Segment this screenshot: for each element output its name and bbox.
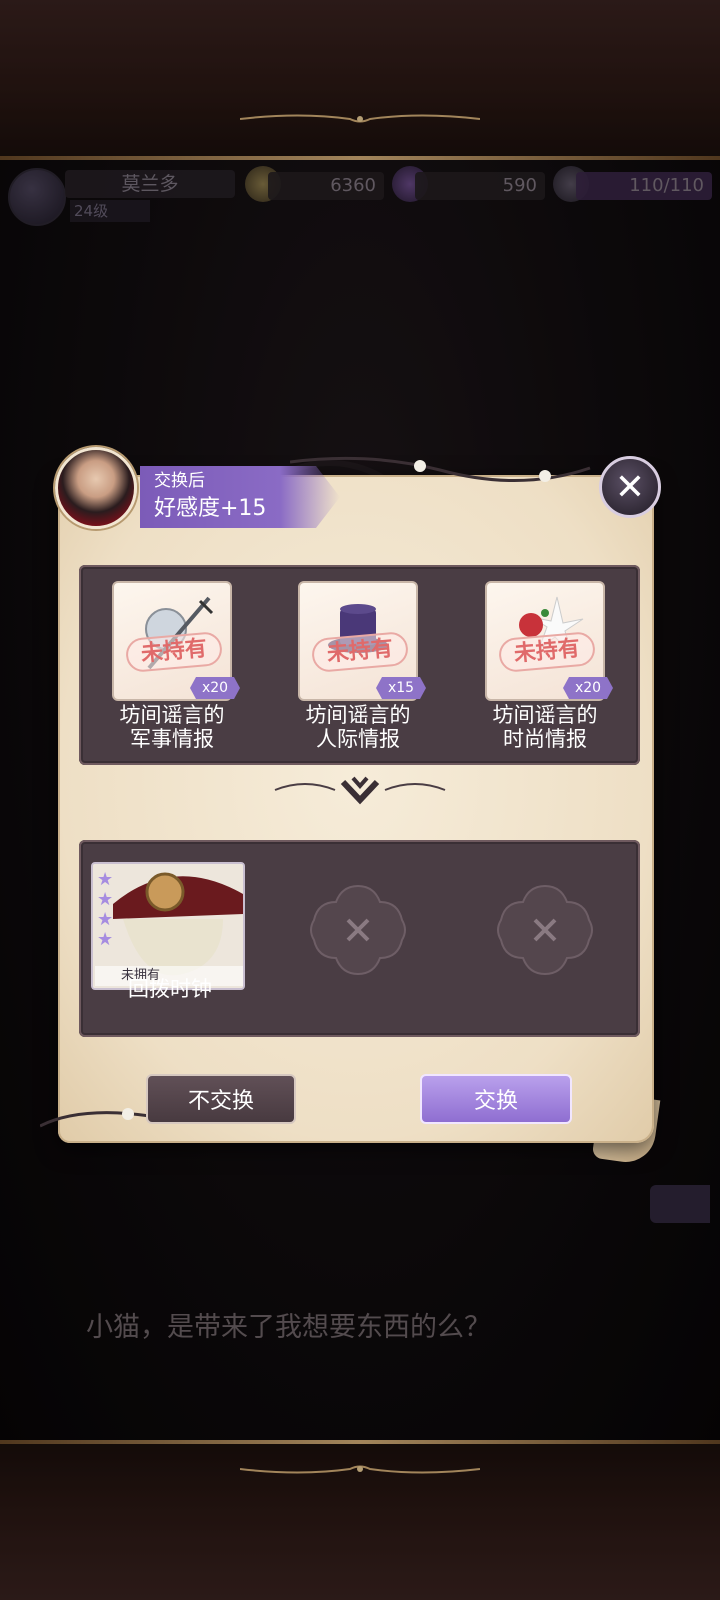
confirm-exchange-button[interactable]: 交换 xyxy=(420,1074,572,1124)
affinity-label: 交换后 xyxy=(154,471,205,491)
item-name-fashion-intel: 坊间谣言的 时尚情报 xyxy=(465,703,625,751)
item-quantity: x15 xyxy=(376,677,426,699)
character-portrait xyxy=(55,447,137,529)
item-name-line1: 坊间谣言的 xyxy=(119,703,225,727)
chevron-down-divider-icon xyxy=(274,776,446,805)
item-quantity: x20 xyxy=(190,677,240,699)
item-card-military-intel[interactable]: 未持有 x20 xyxy=(112,581,240,701)
item-name-line1: 坊间谣言的 xyxy=(492,703,598,727)
item-name-social-intel: 坊间谣言的 人际情报 xyxy=(278,703,438,751)
item-name-line2: 军事情报 xyxy=(130,727,214,751)
empty-slot-icon xyxy=(497,884,593,976)
item-card-social-intel[interactable]: 未持有 x15 xyxy=(298,581,426,701)
reward-card-clock[interactable]: ★ ★ ★ ★ 未拥有 xyxy=(91,862,245,990)
cancel-exchange-button[interactable]: 不交换 xyxy=(146,1074,296,1124)
affinity-value: 好感度+15 xyxy=(154,496,267,521)
item-name-line1: 坊间谣言的 xyxy=(305,703,411,727)
item-card-fashion-intel[interactable]: 未持有 x20 xyxy=(485,581,613,701)
empty-slot-icon xyxy=(310,884,406,976)
item-name-military-intel: 坊间谣言的 军事情报 xyxy=(92,703,252,751)
reward-name: 回拨时钟 xyxy=(128,977,212,1001)
reward-stars-icon: ★ ★ ★ ★ xyxy=(97,869,114,950)
item-name-line2: 人际情报 xyxy=(316,727,400,751)
item-name-line2: 时尚情报 xyxy=(503,727,587,751)
item-quantity: x20 xyxy=(563,677,613,699)
vine-decoration-bottom-icon xyxy=(40,1108,150,1128)
close-icon: ✕ xyxy=(614,466,646,508)
close-button[interactable]: ✕ xyxy=(599,456,661,518)
